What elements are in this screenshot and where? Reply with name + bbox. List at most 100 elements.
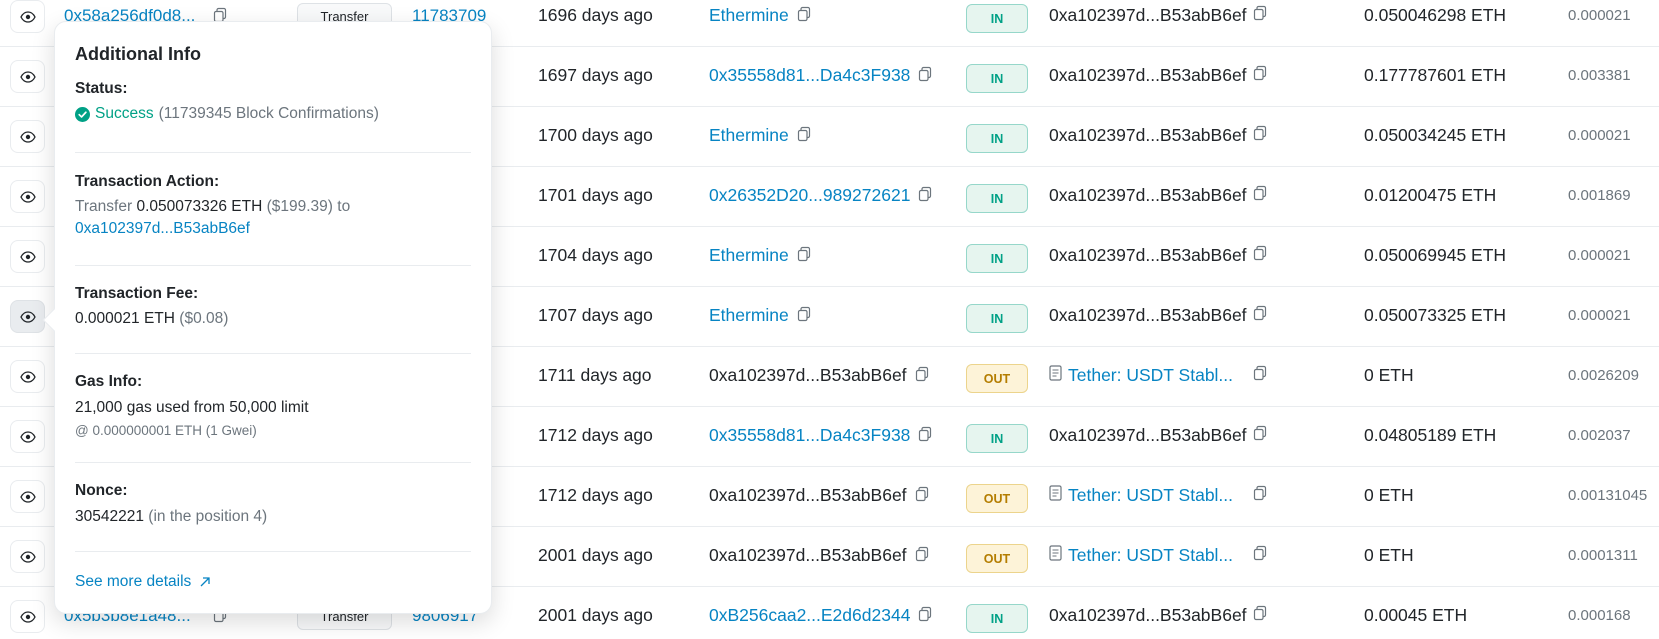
copy-icon[interactable] bbox=[915, 546, 929, 567]
to-address-text[interactable]: 0xa102397d...B53abB6ef bbox=[1049, 245, 1247, 266]
to-address-text[interactable]: Tether: USDT Stabl... bbox=[1068, 365, 1233, 386]
from-address-text[interactable]: Ethermine bbox=[709, 5, 789, 25]
to-address-text[interactable]: 0xa102397d...B53abB6ef bbox=[1049, 65, 1247, 86]
to-address[interactable]: 0xa102397d...B53abB6ef bbox=[1049, 245, 1267, 266]
direction-badge: IN bbox=[966, 304, 1028, 333]
from-address[interactable]: 0xa102397d...B53abB6ef bbox=[709, 365, 929, 387]
to-address[interactable]: 0xa102397d...B53abB6ef bbox=[1049, 125, 1267, 146]
age-text: 2001 days ago bbox=[538, 605, 653, 625]
copy-icon[interactable] bbox=[1253, 545, 1267, 566]
contract-file-icon bbox=[1049, 545, 1062, 566]
value-text: 0 ETH bbox=[1364, 545, 1414, 565]
copy-icon[interactable] bbox=[1253, 65, 1267, 86]
from-address[interactable]: 0x35558d81...Da4c3F938 bbox=[709, 65, 932, 87]
from-address[interactable]: 0x35558d81...Da4c3F938 bbox=[709, 425, 932, 447]
action-amount: 0.050073326 ETH bbox=[136, 198, 263, 215]
see-more-details-link[interactable]: See more details bbox=[75, 573, 211, 591]
from-address[interactable]: 0x26352D20...989272621 bbox=[709, 185, 932, 207]
action-to-address-link[interactable]: 0xa102397d...B53abB6ef bbox=[75, 220, 250, 238]
view-details-button[interactable] bbox=[10, 0, 45, 33]
see-more-label[interactable]: See more details bbox=[75, 573, 191, 591]
to-address-text[interactable]: 0xa102397d...B53abB6ef bbox=[1049, 5, 1247, 26]
view-details-button[interactable] bbox=[10, 540, 45, 573]
to-address-text[interactable]: 0xa102397d...B53abB6ef bbox=[1049, 185, 1247, 206]
from-address-text[interactable]: 0xa102397d...B53abB6ef bbox=[709, 365, 907, 385]
from-address-text[interactable]: 0x35558d81...Da4c3F938 bbox=[709, 425, 910, 445]
copy-icon[interactable] bbox=[1253, 605, 1267, 626]
from-address[interactable]: Ethermine bbox=[709, 305, 811, 327]
to-address[interactable]: 0xa102397d...B53abB6ef bbox=[1049, 305, 1267, 326]
contract-file-icon bbox=[1049, 365, 1062, 386]
to-address-text[interactable]: Tether: USDT Stabl... bbox=[1068, 485, 1233, 506]
direction-badge: IN bbox=[966, 244, 1028, 273]
to-address[interactable]: 0xa102397d...B53abB6ef bbox=[1049, 185, 1267, 206]
to-address[interactable]: Tether: USDT Stabl... bbox=[1049, 365, 1267, 386]
copy-icon[interactable] bbox=[918, 66, 932, 87]
copy-icon[interactable] bbox=[1253, 5, 1267, 26]
from-address-text[interactable]: 0x26352D20...989272621 bbox=[709, 185, 910, 205]
to-address[interactable]: 0xa102397d...B53abB6ef bbox=[1049, 605, 1267, 626]
to-address-text[interactable]: 0xa102397d...B53abB6ef bbox=[1049, 305, 1247, 326]
copy-icon[interactable] bbox=[918, 606, 932, 627]
copy-icon[interactable] bbox=[797, 126, 811, 147]
divider bbox=[75, 551, 471, 552]
view-details-button[interactable] bbox=[10, 240, 45, 273]
to-address[interactable]: Tether: USDT Stabl... bbox=[1049, 545, 1267, 566]
copy-icon[interactable] bbox=[1253, 305, 1267, 326]
copy-icon[interactable] bbox=[915, 366, 929, 387]
age-text: 2001 days ago bbox=[538, 545, 653, 565]
eye-icon bbox=[19, 610, 36, 623]
from-address-text[interactable]: Ethermine bbox=[709, 125, 789, 145]
view-details-button[interactable] bbox=[10, 600, 45, 633]
eye-icon bbox=[19, 190, 36, 203]
from-address[interactable]: Ethermine bbox=[709, 125, 811, 147]
copy-icon[interactable] bbox=[918, 186, 932, 207]
copy-icon[interactable] bbox=[797, 246, 811, 267]
from-address-text[interactable]: Ethermine bbox=[709, 245, 789, 265]
copy-icon[interactable] bbox=[1253, 185, 1267, 206]
copy-icon[interactable] bbox=[1253, 425, 1267, 446]
copy-icon[interactable] bbox=[918, 426, 932, 447]
view-details-button[interactable] bbox=[10, 60, 45, 93]
direction-badge: OUT bbox=[966, 544, 1028, 573]
copy-icon[interactable] bbox=[797, 6, 811, 27]
from-address[interactable]: 0xa102397d...B53abB6ef bbox=[709, 545, 929, 567]
to-address[interactable]: Tether: USDT Stabl... bbox=[1049, 485, 1267, 506]
view-details-button[interactable] bbox=[10, 480, 45, 513]
copy-icon[interactable] bbox=[1253, 245, 1267, 266]
view-details-button[interactable] bbox=[10, 360, 45, 393]
copy-icon[interactable] bbox=[1253, 125, 1267, 146]
from-address[interactable]: Ethermine bbox=[709, 245, 811, 267]
copy-icon[interactable] bbox=[1253, 365, 1267, 386]
to-address[interactable]: 0xa102397d...B53abB6ef bbox=[1049, 5, 1267, 26]
age-text: 1711 days ago bbox=[538, 365, 652, 385]
view-details-button[interactable] bbox=[10, 420, 45, 453]
view-details-button[interactable] bbox=[10, 120, 45, 153]
from-address-text[interactable]: 0xa102397d...B53abB6ef bbox=[709, 485, 907, 505]
to-address-text[interactable]: 0xa102397d...B53abB6ef bbox=[1049, 605, 1247, 626]
from-address[interactable]: 0xa102397d...B53abB6ef bbox=[709, 485, 929, 507]
to-address-text[interactable]: 0xa102397d...B53abB6ef bbox=[1049, 125, 1247, 146]
from-address-text[interactable]: 0xa102397d...B53abB6ef bbox=[709, 545, 907, 565]
eye-icon bbox=[19, 310, 36, 323]
to-address-text[interactable]: Tether: USDT Stabl... bbox=[1068, 545, 1233, 566]
status-detail: (11739345 Block Confirmations) bbox=[158, 105, 379, 122]
copy-icon[interactable] bbox=[797, 306, 811, 327]
to-address[interactable]: 0xa102397d...B53abB6ef bbox=[1049, 425, 1267, 446]
from-address-text[interactable]: Ethermine bbox=[709, 305, 789, 325]
copy-icon[interactable] bbox=[915, 486, 929, 507]
from-address-text[interactable]: 0xB256caa2...E2d6d2344 bbox=[709, 605, 910, 625]
to-address[interactable]: 0xa102397d...B53abB6ef bbox=[1049, 65, 1267, 86]
copy-icon[interactable] bbox=[1253, 485, 1267, 506]
to-address-text[interactable]: 0xa102397d...B53abB6ef bbox=[1049, 425, 1247, 446]
view-details-button[interactable] bbox=[10, 180, 45, 213]
view-details-button[interactable] bbox=[10, 300, 45, 333]
direction-badge: IN bbox=[966, 64, 1028, 93]
from-address[interactable]: 0xB256caa2...E2d6d2344 bbox=[709, 605, 932, 627]
from-address[interactable]: Ethermine bbox=[709, 5, 811, 27]
txn-fee-text: 0.001869 bbox=[1568, 187, 1631, 204]
action-verb: Transfer bbox=[75, 198, 133, 215]
from-address-text[interactable]: 0x35558d81...Da4c3F938 bbox=[709, 65, 910, 85]
age-text: 1696 days ago bbox=[538, 5, 653, 25]
value-text: 0.177787601 ETH bbox=[1364, 65, 1507, 85]
